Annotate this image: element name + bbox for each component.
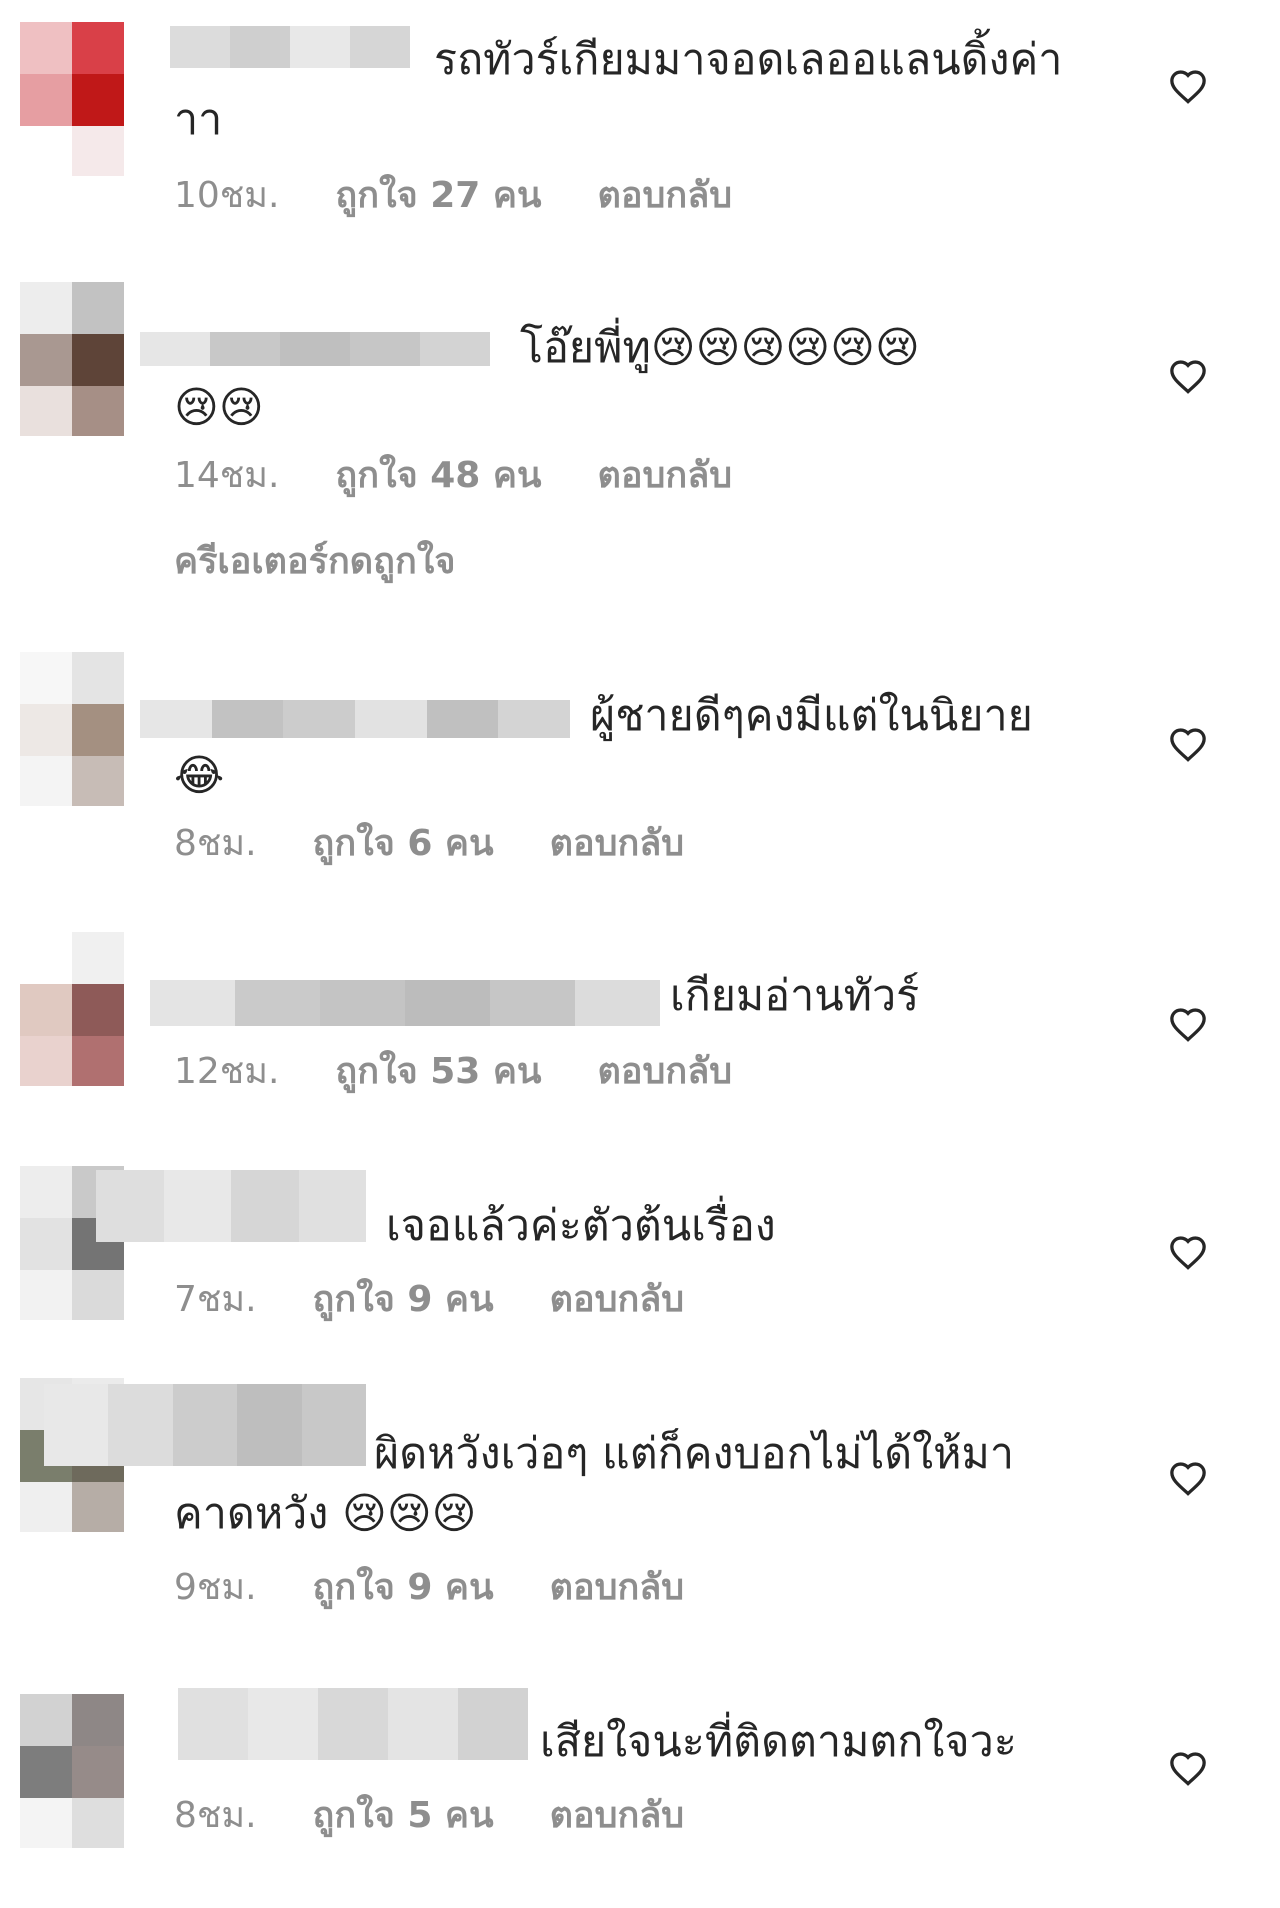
comment-meta: 7ชม. ถูกใจ 9 คน ตอบกลับ bbox=[174, 1278, 684, 1322]
avatar[interactable] bbox=[20, 652, 124, 806]
reply-button[interactable]: ตอบกลับ bbox=[598, 454, 733, 498]
comment-text: ผิดหวังเว่อๆ แต่ก็คงบอกไม่ได้ให้มา คาดหว… bbox=[174, 1429, 1014, 1539]
avatar[interactable] bbox=[20, 1694, 124, 1848]
avatar[interactable] bbox=[20, 932, 124, 1086]
heart-outline-icon[interactable] bbox=[1166, 64, 1210, 108]
comment-time: 12ชม. bbox=[174, 1051, 280, 1092]
comment-meta: 8ชม. ถูกใจ 5 คน ตอบกลับ bbox=[174, 1794, 684, 1838]
heart-outline-icon[interactable] bbox=[1166, 1456, 1210, 1500]
comment-meta: 9ชม. ถูกใจ 9 คน ตอบกลับ bbox=[174, 1566, 684, 1610]
reply-button[interactable]: ตอบกลับ bbox=[598, 1050, 733, 1094]
likes-count-link[interactable]: ถูกใจ 9 คน bbox=[313, 1278, 494, 1322]
comment-meta: 14ชม. ถูกใจ 48 คน ตอบกลับ bbox=[174, 454, 732, 498]
likes-count-link[interactable]: ถูกใจ 6 คน bbox=[313, 822, 494, 866]
heart-outline-icon[interactable] bbox=[1166, 1746, 1210, 1790]
heart-outline-icon[interactable] bbox=[1166, 1002, 1210, 1046]
comment-time: 8ชม. bbox=[174, 823, 257, 864]
comment-text: ผู้ชายดีๆคงมีแต่ในนิยาย 😂 bbox=[174, 691, 1033, 801]
comment-time: 14ชม. bbox=[174, 455, 280, 496]
likes-count-link[interactable]: ถูกใจ 9 คน bbox=[313, 1566, 494, 1610]
comment-time: 7ชม. bbox=[174, 1279, 257, 1320]
likes-count-link[interactable]: ถูกใจ 27 คน bbox=[335, 174, 541, 218]
comment-text: เจอแล้วค่ะตัวต้นเรื่อง bbox=[386, 1201, 776, 1251]
creator-liked-label: ครีเอเตอร์กดถูกใจ bbox=[174, 541, 456, 582]
reply-button[interactable]: ตอบกลับ bbox=[598, 174, 733, 218]
likes-count-link[interactable]: ถูกใจ 5 คน bbox=[313, 1794, 494, 1838]
comment-meta: 12ชม. ถูกใจ 53 คน ตอบกลับ bbox=[174, 1050, 732, 1094]
comment-meta: 10ชม. ถูกใจ 27 คน ตอบกลับ bbox=[174, 174, 732, 218]
comment-text: เกียมอ่านทัวร์ bbox=[670, 971, 920, 1021]
comment-text: รถทัวร์เกียมมาจอดเลออแลนดิ้งค่า าา bbox=[174, 35, 1063, 145]
heart-outline-icon[interactable] bbox=[1166, 354, 1210, 398]
heart-outline-icon[interactable] bbox=[1166, 722, 1210, 766]
comment-text: เสียใจนะที่ติดตามตกใจวะ bbox=[540, 1717, 1017, 1767]
comment-meta: 8ชม. ถูกใจ 6 คน ตอบกลับ bbox=[174, 822, 684, 866]
avatar[interactable] bbox=[20, 282, 124, 436]
comment-time: 10ชม. bbox=[174, 175, 280, 216]
heart-outline-icon[interactable] bbox=[1166, 1230, 1210, 1274]
likes-count-link[interactable]: ถูกใจ 53 คน bbox=[335, 1050, 541, 1094]
likes-count-link[interactable]: ถูกใจ 48 คน bbox=[335, 454, 541, 498]
comment-time: 8ชม. bbox=[174, 1795, 257, 1836]
reply-button[interactable]: ตอบกลับ bbox=[550, 1566, 685, 1610]
avatar[interactable] bbox=[20, 22, 124, 176]
comment-text: โอ๊ยพี่ทู😢😢😢😢😢😢 😢😢 bbox=[174, 323, 920, 433]
comment-time: 9ชม. bbox=[174, 1567, 257, 1608]
reply-button[interactable]: ตอบกลับ bbox=[550, 1278, 685, 1322]
reply-button[interactable]: ตอบกลับ bbox=[550, 822, 685, 866]
reply-button[interactable]: ตอบกลับ bbox=[550, 1794, 685, 1838]
